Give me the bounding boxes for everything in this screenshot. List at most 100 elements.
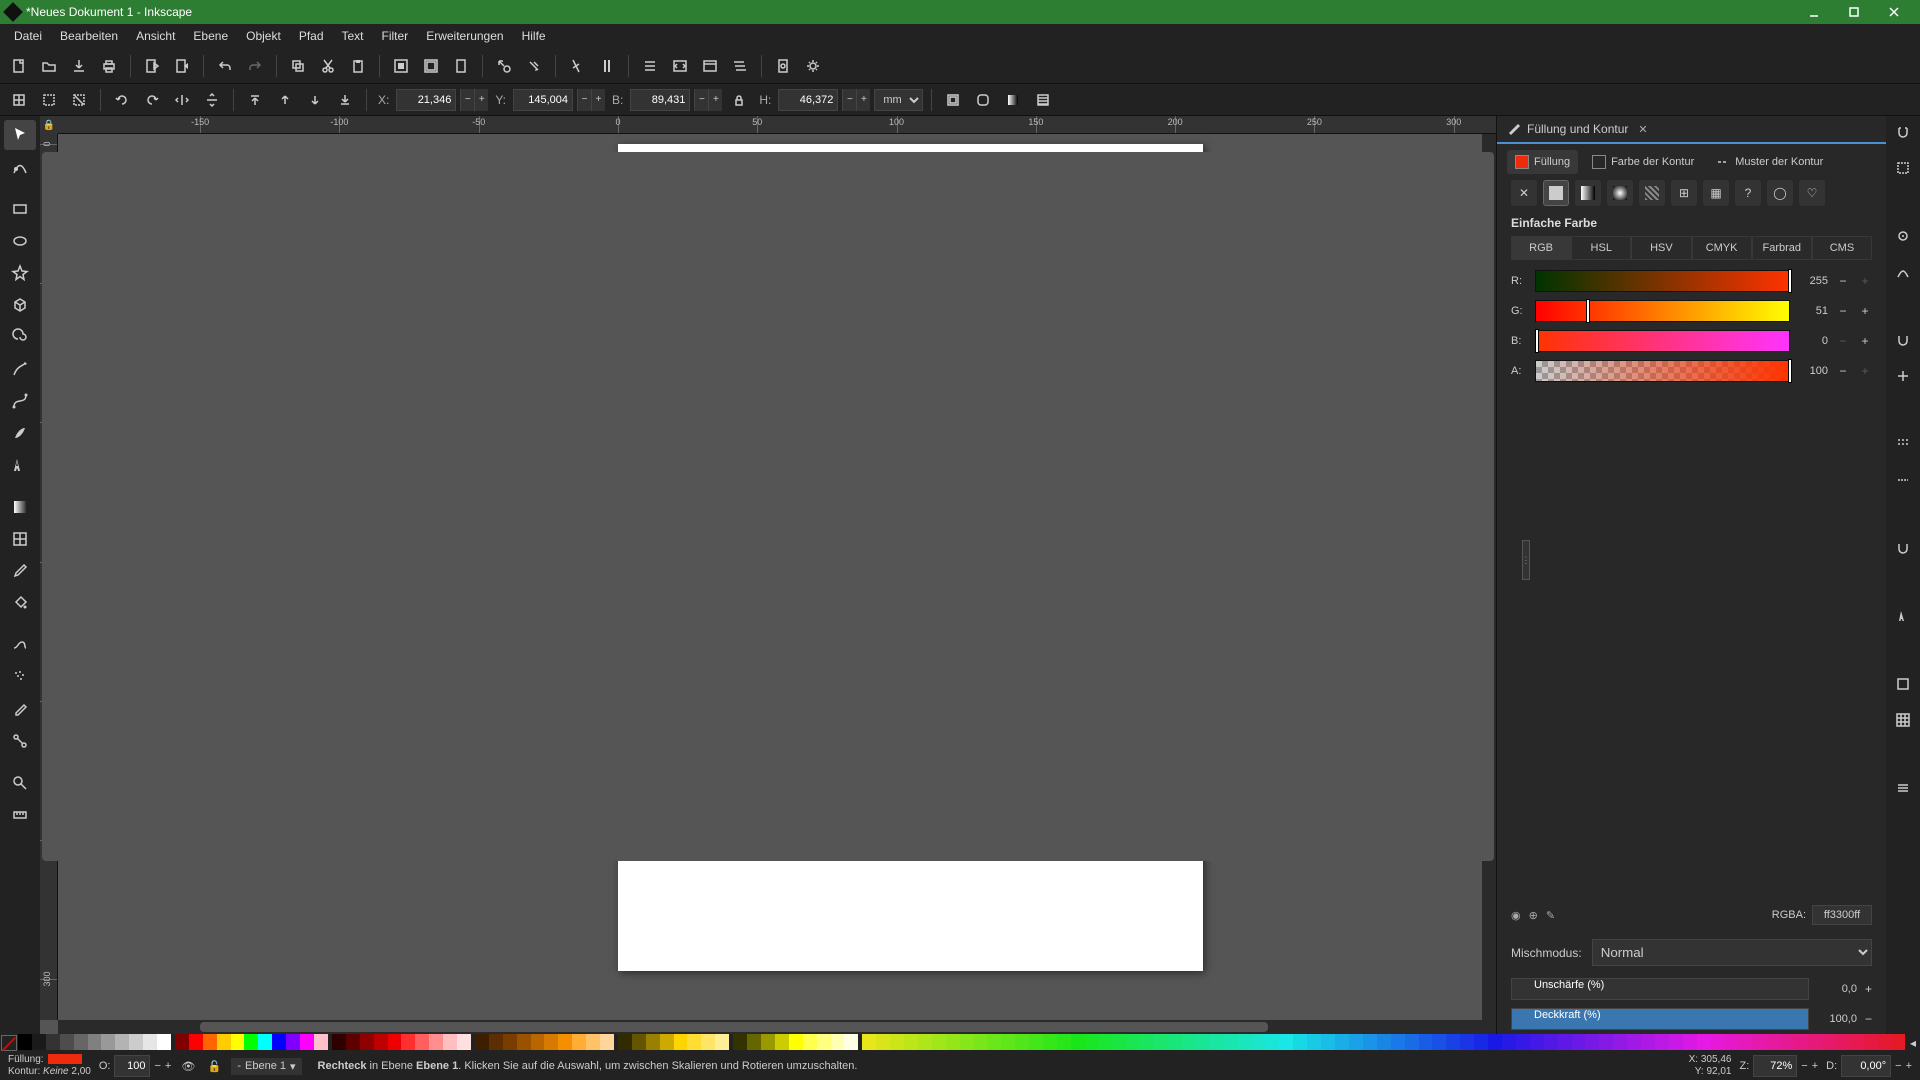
colormode-tab-cms[interactable]: CMS (1812, 236, 1872, 260)
rot-minus[interactable]: − (1895, 1060, 1901, 1072)
menu-view[interactable]: Ansicht (128, 25, 183, 47)
palette-swatch[interactable] (1029, 1034, 1043, 1050)
snap-intersect-icon[interactable] (1891, 328, 1915, 352)
palette-swatch[interactable] (1238, 1034, 1252, 1050)
menu-file[interactable]: Datei (6, 25, 50, 47)
palette-swatch[interactable] (844, 1034, 858, 1050)
palette-swatch[interactable] (1127, 1034, 1141, 1050)
palette-swatch[interactable] (572, 1034, 586, 1050)
palette-swatch[interactable] (1432, 1034, 1446, 1050)
preferences-button[interactable] (800, 53, 826, 79)
palette-swatch[interactable] (1502, 1034, 1516, 1050)
palette-swatch[interactable] (1182, 1034, 1196, 1050)
palette-swatch[interactable] (272, 1034, 286, 1050)
tab-fill[interactable]: Füllung (1507, 150, 1578, 174)
paint-linear[interactable] (1575, 180, 1601, 206)
palette-swatch[interactable] (1808, 1034, 1822, 1050)
colormode-tab-rgb[interactable]: RGB (1511, 236, 1571, 260)
snap-guide-icon[interactable] (1891, 468, 1915, 492)
lock-aspect-button[interactable] (726, 87, 752, 113)
rectangle-tool[interactable] (4, 194, 36, 224)
palette-swatch[interactable] (558, 1034, 572, 1050)
palette-swatch[interactable] (286, 1034, 300, 1050)
palette-swatch[interactable] (1697, 1034, 1711, 1050)
r-slider[interactable] (1535, 270, 1790, 292)
palette-swatch[interactable] (74, 1034, 88, 1050)
palette-swatch[interactable] (88, 1034, 102, 1050)
zoom-selection-button[interactable] (388, 53, 414, 79)
palette-swatch[interactable] (217, 1034, 231, 1050)
palette-swatch[interactable] (374, 1034, 388, 1050)
palette-swatch[interactable] (1572, 1034, 1586, 1050)
flip-h-button[interactable] (169, 87, 195, 113)
palette-swatch[interactable] (1627, 1034, 1641, 1050)
a-plus[interactable]: + (1858, 364, 1872, 378)
raise-top-button[interactable] (242, 87, 268, 113)
snap-toggle-icon[interactable] (1891, 120, 1915, 144)
snap-text-icon[interactable] (1891, 604, 1915, 628)
save-button[interactable] (66, 53, 92, 79)
zoom-input[interactable] (1753, 1055, 1797, 1077)
palette-swatch[interactable] (817, 1034, 831, 1050)
palette-swatch[interactable] (143, 1034, 157, 1050)
clone-button[interactable] (521, 53, 547, 79)
palette-swatch[interactable] (632, 1034, 646, 1050)
tweak-tool[interactable] (4, 630, 36, 660)
palette-swatch[interactable] (475, 1034, 489, 1050)
palette-swatch[interactable] (1516, 1034, 1530, 1050)
palette-swatch[interactable] (1766, 1034, 1780, 1050)
palette-swatch[interactable] (1711, 1034, 1725, 1050)
palette-swatch[interactable] (733, 1034, 747, 1050)
rotation-input[interactable] (1841, 1055, 1891, 1077)
tab-stroke-paint[interactable]: Farbe der Kontur (1584, 150, 1702, 174)
a-slider[interactable] (1535, 360, 1790, 382)
palette-swatch[interactable] (747, 1034, 761, 1050)
palette-swatch[interactable] (862, 1034, 876, 1050)
transform-corners-button[interactable] (970, 87, 996, 113)
blur-slider[interactable]: Unschärfe (%) (1511, 978, 1809, 1000)
palette-none[interactable] (1, 1035, 17, 1051)
ellipse-tool[interactable] (4, 226, 36, 256)
spiral-tool[interactable] (4, 322, 36, 352)
lower-bottom-button[interactable] (332, 87, 358, 113)
palette-swatch[interactable] (1154, 1034, 1168, 1050)
star-tool[interactable] (4, 258, 36, 288)
paint-swatch[interactable]: ⊞ (1671, 180, 1697, 206)
status-opacity-input[interactable] (114, 1055, 150, 1077)
colormode-tab-hsv[interactable]: HSV (1631, 236, 1691, 260)
panel-close-button[interactable]: ✕ (1638, 123, 1647, 136)
menu-text[interactable]: Text (334, 25, 372, 47)
palette-swatch[interactable] (1655, 1034, 1669, 1050)
palette-swatch[interactable] (660, 1034, 674, 1050)
3dbox-tool[interactable] (4, 290, 36, 320)
palette-swatch[interactable] (346, 1034, 360, 1050)
palette-swatch[interactable] (1071, 1034, 1085, 1050)
open-button[interactable] (36, 53, 62, 79)
palette-swatch[interactable] (531, 1034, 545, 1050)
snap-grid-icon[interactable] (1891, 432, 1915, 456)
palette-swatch[interactable] (157, 1034, 171, 1050)
palette-swatch[interactable] (1113, 1034, 1127, 1050)
paint-flat[interactable] (1543, 180, 1569, 206)
palette-swatch[interactable] (60, 1034, 74, 1050)
opacity-minus[interactable]: − (1865, 1012, 1872, 1026)
palette-swatch[interactable] (1043, 1034, 1057, 1050)
palette-swatch[interactable] (18, 1034, 32, 1050)
print-button[interactable] (96, 53, 122, 79)
blur-plus[interactable]: + (1865, 982, 1872, 996)
palette-swatch[interactable] (314, 1034, 328, 1050)
palette-swatch[interactable] (586, 1034, 600, 1050)
g-value[interactable]: 51 (1798, 305, 1828, 317)
palette-swatch[interactable] (1377, 1034, 1391, 1050)
palette-swatch[interactable] (904, 1034, 918, 1050)
layer-selector[interactable]: -Ebene 1 ▾ (231, 1058, 301, 1075)
mesh-tool[interactable] (4, 524, 36, 554)
palette-swatch[interactable] (618, 1034, 632, 1050)
palette-swatch[interactable] (1836, 1034, 1850, 1050)
opacity-slider[interactable]: Deckkraft (%) (1511, 1008, 1809, 1030)
palette-swatch[interactable] (1293, 1034, 1307, 1050)
r-minus[interactable]: − (1836, 274, 1850, 288)
eraser-tool[interactable] (4, 694, 36, 724)
menu-layer[interactable]: Ebene (185, 25, 236, 47)
x-minus[interactable]: − (460, 89, 474, 111)
